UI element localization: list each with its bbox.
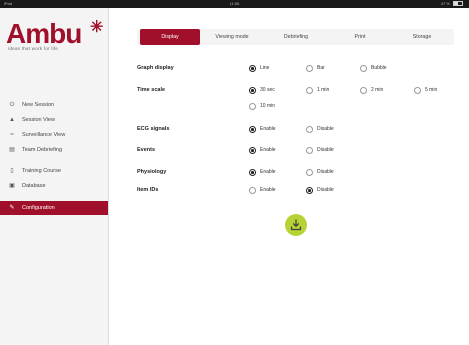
option-label: Enable (260, 126, 276, 132)
clock: 11:55 (229, 1, 240, 6)
radio-empty-icon (306, 147, 313, 154)
option-label: 30 sec (260, 87, 275, 93)
option-label: 1 min (317, 87, 330, 93)
power-icon: ⏻ (9, 102, 15, 108)
radio-empty-icon (360, 65, 367, 72)
debrief-icon: ▤ (9, 147, 15, 153)
sidebar: Ambu ✳ Ideas that work for life ⏻ New Se… (0, 8, 109, 345)
radio-empty-icon (249, 103, 256, 110)
brand-logo: Ambu ✳ Ideas that work for life (6, 18, 104, 54)
nav-item-label: Surveillance View (22, 132, 66, 138)
nav-item-surveillance-view[interactable]: ≈ Surveillance View (0, 128, 108, 142)
nav-item-label: Session View (22, 117, 55, 123)
nav-item-label: Training Course (22, 168, 61, 174)
course-icon: ▯ (10, 168, 14, 174)
option-label: Disable (317, 147, 334, 153)
brand-tagline: Ideas that work for life (8, 46, 59, 51)
surveillance-icon: ≈ (10, 132, 14, 138)
radio-empty-icon (414, 87, 421, 94)
option-label: Bar (317, 65, 325, 71)
radio-empty-icon (249, 187, 256, 194)
radio-selected-icon (249, 65, 256, 72)
tab-print[interactable]: Print (328, 29, 392, 45)
radio-empty-icon (360, 87, 367, 94)
option-label: Enable (260, 169, 276, 175)
nav-item-label: Configuration (22, 205, 55, 211)
tab-viewing-mode[interactable]: Viewing mode (200, 29, 264, 45)
option-label: Enable (260, 147, 276, 153)
option-label: Enable (260, 187, 276, 193)
option-label: Disable (317, 187, 334, 193)
save-settings-button[interactable] (285, 214, 307, 236)
radio-empty-icon (306, 126, 313, 133)
events-label: Events (137, 147, 156, 153)
radio-selected-icon (249, 169, 256, 176)
battery-percent: 47 % (440, 1, 450, 6)
option-label: 2 min (371, 87, 384, 93)
ecg-signals-label: ECG signals (137, 126, 170, 132)
wrench-icon: ✎ (9, 205, 15, 211)
brand-star-icon: ✳ (90, 19, 104, 36)
nav-item-database[interactable]: ▣ Database (0, 179, 108, 193)
graph-display-label: Graph display (137, 65, 174, 71)
battery-icon (453, 1, 463, 7)
radio-empty-icon (306, 87, 313, 94)
radio-selected-icon (249, 87, 256, 94)
option-label: Line (260, 65, 270, 71)
status-bar: iPad 11:55 47 % (0, 0, 469, 8)
physiology-label: Physiology (137, 169, 167, 175)
tab-storage[interactable]: Storage (392, 29, 452, 45)
nav-item-team-debriefing[interactable]: ▤ Team Debriefing (0, 143, 108, 157)
radio-empty-icon (306, 169, 313, 176)
brand-name: Ambu (6, 18, 82, 49)
settings-tabs: Display Viewing mode Debriefing Print St… (137, 29, 454, 45)
radio-empty-icon (306, 65, 313, 72)
option-label: 5 min (425, 87, 438, 93)
option-label: 10 min (260, 103, 276, 109)
nav-item-session-view[interactable]: ▲ Session View (0, 113, 108, 127)
database-icon: ▣ (9, 183, 15, 189)
option-label: Disable (317, 169, 334, 175)
radio-selected-icon (249, 147, 256, 154)
time-scale-label: Time scale (137, 87, 166, 93)
person-icon: ▲ (9, 117, 15, 123)
radio-selected-icon (249, 126, 256, 133)
download-icon (290, 219, 302, 231)
nav-item-training-course[interactable]: ▯ Training Course (0, 164, 108, 178)
tab-display[interactable]: Display (140, 29, 200, 45)
nav-item-new-session[interactable]: ⏻ New Session (0, 98, 108, 112)
radio-selected-icon (306, 187, 313, 194)
nav-item-label: Team Debriefing (22, 147, 63, 153)
option-label: Disable (317, 126, 334, 132)
nav-item-configuration[interactable]: ✎ Configuration (0, 201, 108, 215)
nav-item-label: Database (22, 183, 46, 189)
nav-item-label: New Session (22, 102, 55, 108)
battery-indicator: 47 % (441, 0, 463, 8)
item-ids-label: Item IDs (137, 187, 159, 193)
tab-debriefing[interactable]: Debriefing (264, 29, 328, 45)
option-label: Bubble (371, 65, 387, 71)
